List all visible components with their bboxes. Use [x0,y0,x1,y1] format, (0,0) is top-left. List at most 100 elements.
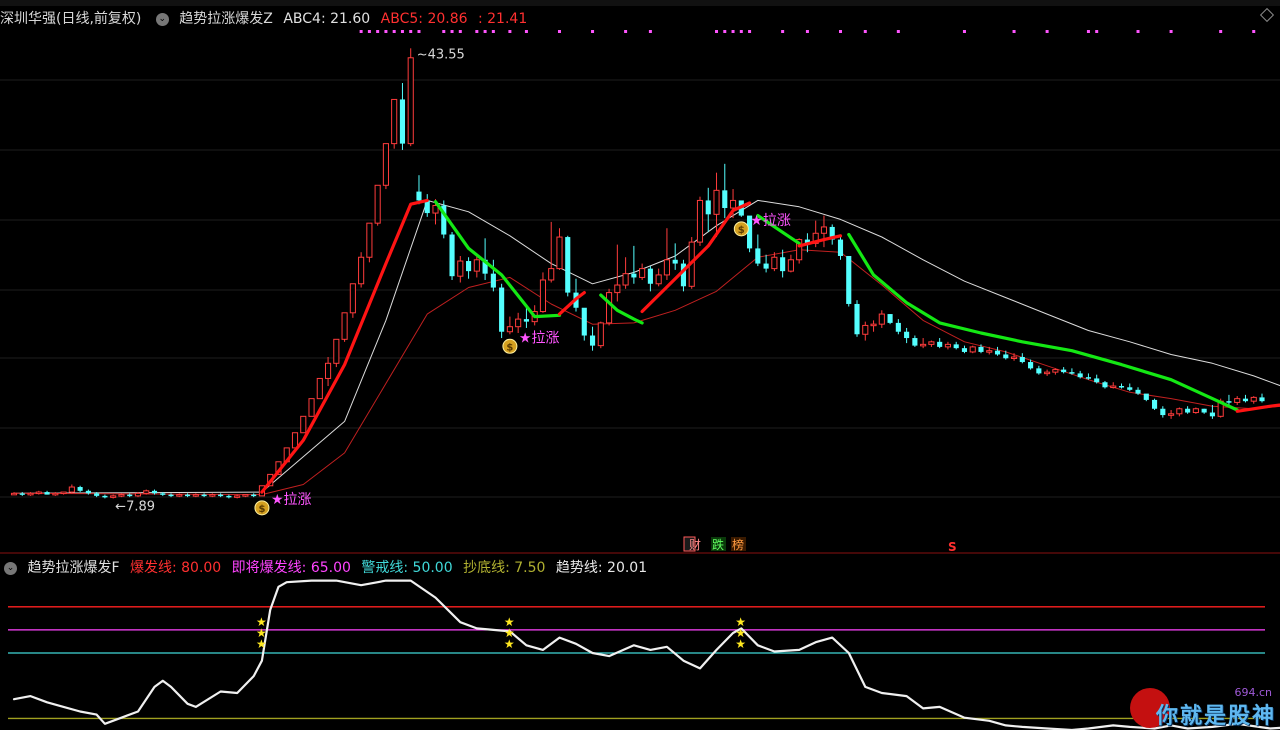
candle-body [308,398,315,417]
candle-body [168,494,174,497]
top-dot-18 [624,30,628,33]
candle-body [407,57,414,145]
candle-147 [1226,394,1232,405]
candle-2 [27,492,34,496]
candle-72 [606,288,613,326]
candle-body [548,268,555,281]
candle-132 [1102,380,1108,389]
candle-body [44,492,50,495]
candle-body [506,326,513,333]
legend-jingjie: 警戒线: 50.00 [361,560,453,576]
candle-body [581,307,587,336]
candle-body [854,303,860,335]
candle-49 [416,175,422,205]
candle-3 [35,490,42,495]
candle-body [1036,368,1042,374]
top-dot-29 [896,30,900,33]
candle-body [639,268,646,278]
candle-body [209,494,216,497]
coin-symbol-1: $ [506,342,513,353]
candle-body [515,318,522,328]
candle-45 [382,143,389,190]
candle-body [176,494,183,497]
candle-body [325,362,332,379]
candle-79 [663,228,670,280]
candle-body [1226,401,1232,403]
candle-body [449,234,455,277]
top-dot-27 [838,30,842,33]
candle-11 [102,494,108,499]
event-badges: 财 跌 榜 S [683,536,957,554]
top-dot-30 [962,30,966,33]
candle-body [755,248,761,264]
legend-baofa: 爆发线: 80.00 [129,560,222,576]
candle-124 [1036,365,1042,375]
candle-body [1102,382,1108,388]
candle-body [102,495,108,498]
ma-white-line [13,199,1280,494]
candle-109 [912,335,918,347]
candle-body [499,287,505,332]
candle-body [366,222,373,258]
candle-77 [647,266,653,292]
top-dot-37 [1219,30,1223,33]
candle-42 [358,252,365,288]
candle-112 [937,338,943,349]
candle-1 [19,492,25,496]
candle-115 [961,345,968,354]
candle-74 [622,257,629,289]
candle-body [77,487,83,491]
candle-body [291,432,299,449]
candle-108 [904,327,910,344]
candle-body [986,350,993,353]
candle-body [655,274,662,285]
candle-107 [895,319,901,335]
candle-body [490,273,496,288]
candle-body [185,494,191,497]
top-dot-31 [1012,30,1016,33]
candle-body [1250,396,1257,402]
candle-71 [597,321,604,349]
candle-68 [573,278,579,312]
top-dot-16 [557,30,561,33]
candle-body [705,200,711,215]
candle-body [729,199,737,209]
candle-76 [639,263,646,280]
top-dot-21 [723,30,727,33]
candle-27 [234,494,241,499]
candle-103 [862,321,869,341]
candle-body [1127,387,1133,390]
candle-body [920,343,927,347]
top-dot-13 [491,30,495,33]
candle-body [937,341,943,347]
candle-138 [1151,398,1158,411]
candle-body [234,495,241,498]
candle-150 [1250,396,1257,404]
candle-143 [1192,407,1199,414]
candle-body [68,486,75,493]
candle-139 [1160,406,1166,418]
candle-body [85,490,91,494]
candle-body [19,493,25,495]
candle-36 [308,398,315,417]
candle-78 [655,268,662,287]
candle-body [771,256,778,270]
candle-body [663,259,670,276]
top-dot-17 [591,30,595,33]
candle-body [1052,369,1059,373]
top-dot-25 [781,30,785,33]
top-dot-33 [1086,30,1090,33]
candle-37 [316,377,323,400]
candle-44 [374,184,381,226]
candle-body [1259,397,1265,402]
candle-55 [466,257,472,279]
logo-text: 你就是股神 [1156,704,1277,729]
candle-body [565,237,571,293]
trend-segment-2 [557,291,586,316]
candle-body [1209,412,1215,417]
candle-body [60,491,67,495]
candle-125 [1044,369,1051,376]
candle-body [820,226,828,234]
candle-body [1028,362,1034,369]
indicator-panel-toggle-icon[interactable]: ⌄ [4,561,17,575]
